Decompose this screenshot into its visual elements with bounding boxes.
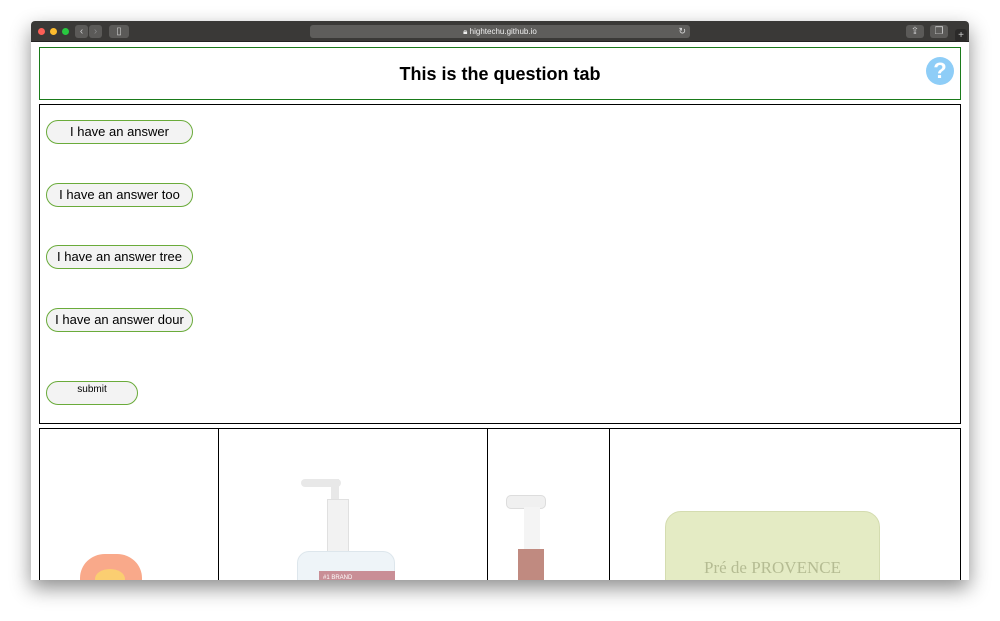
zoom-dot[interactable]: [62, 28, 69, 35]
submit-button[interactable]: submit: [46, 381, 138, 405]
detergent-pods-image[interactable]: [40, 429, 219, 580]
tabs-icon[interactable]: ❐: [930, 25, 948, 38]
answer-button-2[interactable]: I have an answer too: [46, 183, 193, 207]
soap-bar-image[interactable]: Pré de PROVENCE: [610, 429, 960, 580]
spray-bottle-image[interactable]: [488, 429, 610, 580]
page-title: This is the question tab: [399, 64, 601, 84]
close-dot[interactable]: [38, 28, 45, 35]
answer-button-1[interactable]: I have an answer: [46, 120, 193, 144]
new-tab-icon[interactable]: +: [955, 29, 967, 42]
question-header: This is the question tab ?: [39, 47, 961, 100]
address-bar[interactable]: 🔒︎ hightechu.github.io ↻: [310, 25, 690, 38]
forward-icon[interactable]: ›: [89, 25, 102, 38]
back-icon[interactable]: ‹: [75, 25, 88, 38]
reload-icon[interactable]: ↻: [678, 25, 686, 38]
hand-sanitizer-image[interactable]: #1 BRAND: [219, 429, 488, 580]
product-images-row: #1 BRAND Pré de PROVENCE: [39, 428, 961, 580]
answers-panel: I have an answer I have an answer too I …: [39, 104, 961, 424]
lock-icon: 🔒︎: [463, 27, 468, 36]
browser-window: ‹ › ▯ 🔒︎ hightechu.github.io ↻ ⇪ ❐ + Thi…: [31, 21, 969, 580]
answer-button-4[interactable]: I have an answer dour: [46, 308, 193, 332]
url-text: hightechu.github.io: [469, 27, 537, 36]
answer-button-3[interactable]: I have an answer tree: [46, 245, 193, 269]
soap-engraving: Pré de PROVENCE: [665, 511, 880, 580]
share-icon[interactable]: ⇪: [906, 25, 924, 38]
minimize-dot[interactable]: [50, 28, 57, 35]
sidebar-icon[interactable]: ▯: [109, 25, 129, 38]
help-icon[interactable]: ?: [926, 57, 954, 85]
sanitizer-label: #1 BRAND: [319, 571, 395, 580]
browser-toolbar: ‹ › ▯ 🔒︎ hightechu.github.io ↻ ⇪ ❐ +: [31, 21, 969, 42]
